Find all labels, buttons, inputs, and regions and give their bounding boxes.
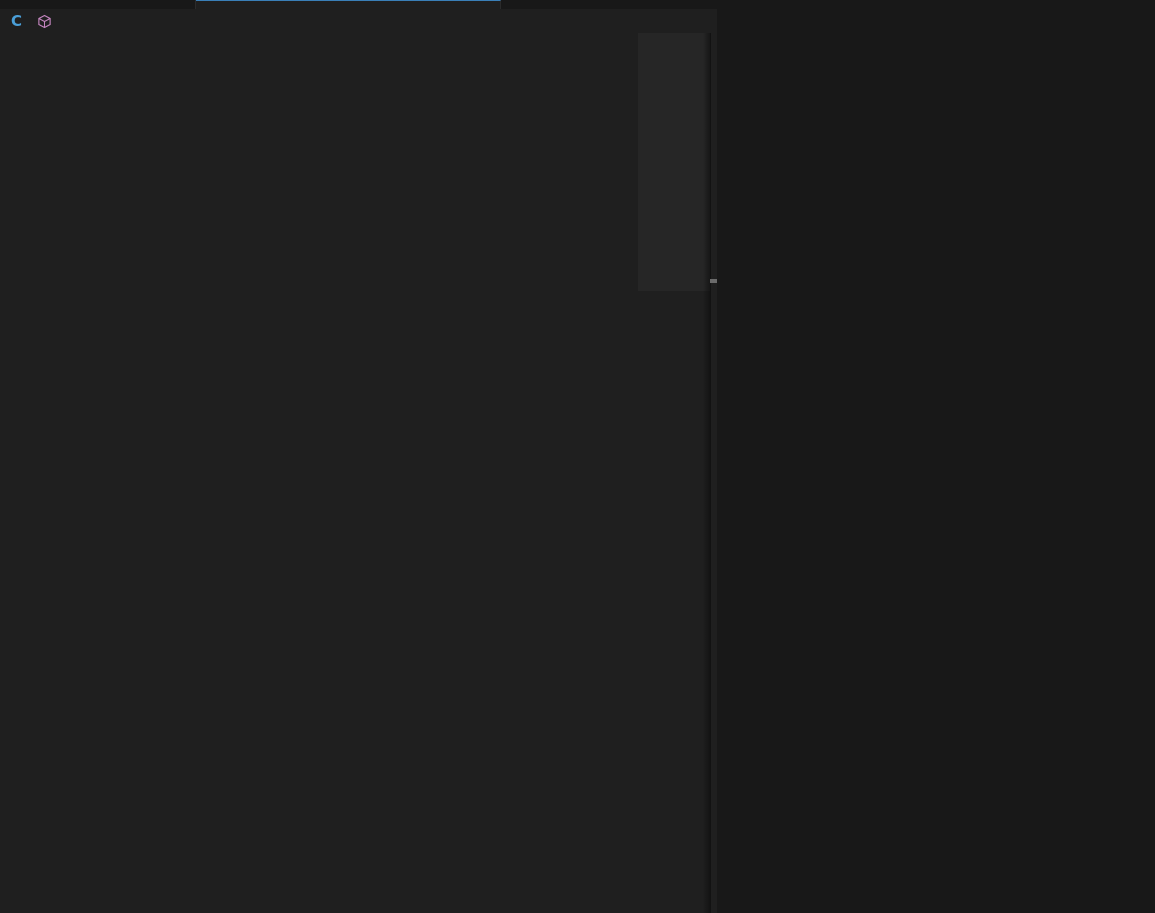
editor-tab-strip: [0, 0, 717, 9]
editor-scrollbar[interactable]: [710, 33, 717, 913]
c-file-icon: C: [11, 12, 23, 30]
editor-scrollbar-thumb[interactable]: [710, 279, 717, 283]
minimap-slider[interactable]: [638, 33, 710, 291]
editor-tab-inactive-right[interactable]: [501, 0, 717, 9]
vscode-window: C: [0, 0, 1155, 913]
breadcrumb: C: [0, 9, 717, 33]
code-editor[interactable]: [0, 33, 717, 913]
code-lines[interactable]: [0, 33, 638, 913]
editor-tab-active[interactable]: [196, 0, 501, 9]
terminal-panel[interactable]: [717, 0, 1155, 913]
editor-tab-inactive-left[interactable]: [0, 0, 196, 9]
symbol-cube-icon: [37, 14, 52, 29]
